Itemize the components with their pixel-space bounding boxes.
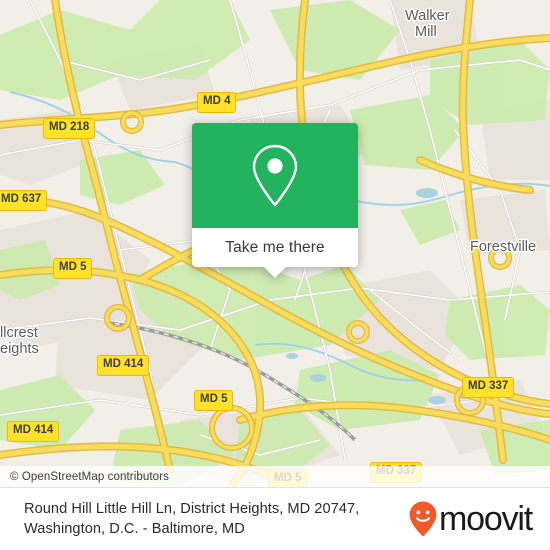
- place-label-line1: llcrest: [0, 325, 38, 341]
- address-line-2: Washington, D.C. - Baltimore, MD: [24, 521, 245, 537]
- moovit-smile-pin-icon: [409, 501, 437, 537]
- moovit-wordmark: moovit: [439, 500, 533, 538]
- popup-card-header: [192, 123, 358, 228]
- road-shield: MD 5: [194, 390, 234, 411]
- place-label-hillcrest-heights: llcrest eights: [0, 325, 39, 357]
- page-footer: Round Hill Little Hill Ln, District Heig…: [0, 487, 550, 550]
- place-label-forestville: Forestville: [470, 239, 537, 255]
- moovit-map-screenshot: MD 4 MD 218 MD 637 MD 5 MD 414 MD 414 MD…: [0, 0, 550, 550]
- osm-attribution: © OpenStreetMap contributors: [0, 466, 550, 487]
- road-shield: MD 218: [43, 118, 96, 139]
- place-label-line2: Mill: [415, 24, 437, 40]
- osm-attribution-text: © OpenStreetMap contributors: [10, 470, 169, 483]
- map-pin-icon: [252, 144, 298, 206]
- road-shield: MD 5: [53, 258, 93, 279]
- location-popup-card[interactable]: Take me there: [192, 123, 358, 278]
- road-shield: MD 414: [97, 355, 150, 376]
- road-shield: MD 337: [462, 377, 515, 398]
- take-me-there-label: Take me there: [225, 238, 325, 256]
- place-label-walker-mill: Walker Mill: [405, 8, 450, 40]
- popup-card-tail: [264, 267, 286, 278]
- place-label-line2: eights: [0, 341, 39, 357]
- address-line-1: Round Hill Little Hill Ln, District Heig…: [24, 501, 360, 517]
- place-label-line1: Walker: [405, 8, 450, 24]
- road-shield: MD 4: [197, 92, 237, 113]
- address-block: Round Hill Little Hill Ln, District Heig…: [24, 499, 408, 539]
- road-shield: MD 637: [0, 190, 48, 211]
- popup-card-footer[interactable]: Take me there: [192, 228, 358, 278]
- moovit-logo[interactable]: moovit: [408, 500, 538, 538]
- road-shield: MD 414: [7, 421, 60, 442]
